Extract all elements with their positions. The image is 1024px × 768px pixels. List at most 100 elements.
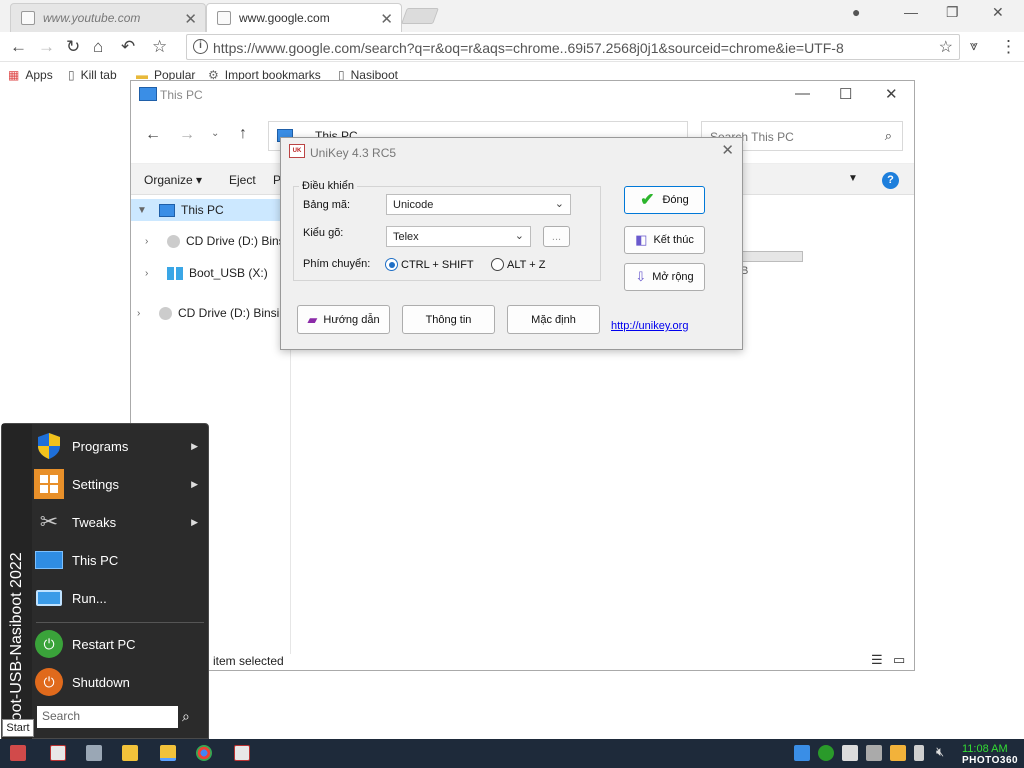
forward-icon[interactable]: →: [179, 126, 195, 144]
button-label: Hướng dẫn: [323, 313, 380, 326]
undo-icon[interactable]: ↶: [121, 37, 135, 57]
minimize-icon[interactable]: —: [795, 85, 810, 102]
info-button[interactable]: Thông tin: [402, 305, 495, 334]
network-icon[interactable]: [842, 745, 858, 761]
expand-button[interactable]: ⇩ Mở rộng: [624, 263, 705, 291]
bookmark-kill-tab[interactable]: ▯ Kill tab: [68, 68, 117, 82]
page-icon: ▯: [68, 68, 75, 82]
start-item-shutdown[interactable]: ⏻ Shutdown: [34, 664, 208, 700]
chevron-right-icon[interactable]: ›: [137, 308, 149, 319]
shield-icon: [34, 431, 64, 461]
chrome-icon[interactable]: [196, 745, 212, 761]
large-icons-view-icon[interactable]: ▭: [893, 652, 905, 668]
keyboard-icon[interactable]: [86, 745, 102, 761]
profile-icon[interactable]: ●: [852, 4, 860, 20]
radio-alt-z[interactable]: ALT + Z: [491, 258, 545, 271]
home-icon[interactable]: ⌂: [93, 37, 103, 57]
start-item-this-pc[interactable]: This PC: [34, 542, 208, 578]
info-icon[interactable]: i: [193, 39, 208, 54]
new-tab-button[interactable]: [401, 8, 439, 24]
start-menu: Boot-USB-Nasiboot 2022 Programs ▶ Settin…: [1, 423, 209, 740]
help-guide-button[interactable]: ▰ Hướng dẫn: [297, 305, 390, 334]
forward-icon[interactable]: →: [38, 37, 55, 57]
close-window-icon[interactable]: ✕: [885, 85, 898, 103]
start-item-settings[interactable]: Settings ▶: [34, 466, 208, 502]
radio-ctrl-shift[interactable]: CTRL + SHIFT: [385, 258, 474, 271]
default-button[interactable]: Mặc định: [507, 305, 600, 334]
up-icon[interactable]: ↑: [239, 125, 247, 143]
tab-google[interactable]: www.google.com ✕: [206, 3, 402, 32]
switch-key-label: Phím chuyển:: [303, 258, 371, 270]
close-window-icon[interactable]: ✕: [992, 4, 1004, 21]
organize-menu[interactable]: Organize ▾: [144, 173, 202, 187]
unikey-taskbar-icon[interactable]: [234, 745, 250, 761]
tree-item-boot-usb[interactable]: › Boot_USB (X:): [145, 266, 268, 280]
clock[interactable]: 11:08 AM: [962, 743, 1008, 755]
chevron-right-icon[interactable]: ›: [145, 236, 157, 247]
unikey-taskbar-icon[interactable]: [50, 745, 66, 761]
maximize-icon[interactable]: ☐: [839, 85, 852, 103]
file-explorer-icon[interactable]: [160, 745, 176, 761]
back-icon[interactable]: ←: [145, 126, 161, 144]
radio-unselected-icon: [491, 258, 504, 271]
restore-icon[interactable]: ❐: [946, 4, 959, 21]
start-item-label: Programs: [72, 438, 129, 454]
close-tab-icon[interactable]: ✕: [184, 10, 197, 28]
start-search-input[interactable]: Search: [37, 706, 178, 728]
organize-label: Organize: [144, 173, 193, 187]
chevron-right-icon[interactable]: ›: [145, 268, 157, 279]
eject-button[interactable]: Eject: [229, 173, 256, 187]
menu-icon[interactable]: ⋮: [1000, 37, 1017, 57]
search-icon[interactable]: ⌕: [182, 708, 190, 725]
minimize-icon[interactable]: —: [904, 4, 918, 20]
play-icon[interactable]: [818, 745, 834, 761]
restart-icon: ⏻: [34, 629, 64, 659]
back-icon[interactable]: ←: [10, 37, 27, 57]
search-icon[interactable]: ⌕: [885, 128, 892, 144]
start-item-label: Settings: [72, 476, 119, 492]
unikey-logo-icon: UK: [289, 144, 305, 158]
folder-icon[interactable]: [122, 745, 138, 761]
tool-icon[interactable]: [866, 745, 882, 761]
help-icon[interactable]: ?: [882, 172, 899, 189]
volume-muted-icon[interactable]: 🔇︎: [936, 744, 952, 760]
address-bar[interactable]: i https://www.google.com/search?q=r&oq=r…: [186, 34, 960, 60]
charset-select[interactable]: Unicode ⌄: [386, 194, 571, 215]
exit-button[interactable]: ◧ Kết thúc: [624, 226, 705, 254]
start-item-programs[interactable]: Programs ▶: [34, 428, 208, 464]
tree-item-cd-drive-2[interactable]: › CD Drive (D:) Binsib: [137, 306, 286, 320]
dialog-title: UniKey 4.3 RC5: [310, 146, 397, 160]
details-view-icon[interactable]: ☰: [871, 652, 883, 668]
watermark-text: PHOTO360: [962, 755, 1019, 766]
expand-arrow-icon[interactable]: ▼: [137, 205, 149, 216]
button-label: Đóng: [662, 194, 689, 206]
input-method-select[interactable]: Telex ⌄: [386, 226, 531, 247]
side-band-text: Boot-USB-Nasiboot 2022: [8, 552, 25, 732]
ie-icon[interactable]: [794, 745, 810, 761]
close-icon[interactable]: ✕: [721, 141, 734, 159]
reload-icon[interactable]: ↻: [66, 37, 80, 57]
start-button-icon[interactable]: [10, 745, 26, 761]
unikey-website-link[interactable]: http://unikey.org: [611, 320, 688, 332]
close-button[interactable]: ✔ Đóng: [624, 186, 705, 214]
extensions-icon[interactable]: ⩔: [970, 37, 978, 54]
start-item-tweaks[interactable]: ✂ Tweaks ▶: [34, 504, 208, 540]
button-label: Mở rộng: [652, 271, 694, 283]
bookmark-star-icon[interactable]: ☆: [152, 37, 167, 57]
bookmark-apps[interactable]: ▦ Apps: [8, 68, 53, 82]
recent-locations-icon[interactable]: ⌄: [211, 128, 219, 139]
grid-app-icon[interactable]: [890, 745, 906, 761]
close-tab-icon[interactable]: ✕: [380, 10, 393, 28]
url-text[interactable]: https://www.google.com/search?q=r&oq=r&a…: [213, 40, 844, 56]
tab-youtube[interactable]: www.youtube.com ✕: [10, 3, 206, 32]
start-item-run[interactable]: Run...: [34, 580, 208, 616]
chevron-down-icon[interactable]: ▼: [848, 173, 858, 184]
more-options-button[interactable]: ...: [543, 226, 570, 247]
book-icon: ▰: [307, 311, 318, 327]
tools-icon: ✂: [39, 509, 59, 534]
bookmark-star-icon[interactable]: ☆: [939, 37, 953, 57]
tree-item-this-pc[interactable]: ▼ This PC: [131, 199, 290, 221]
usb-icon[interactable]: [914, 745, 924, 761]
start-item-restart[interactable]: ⏻ Restart PC: [34, 626, 208, 662]
tree-item-cd-drive[interactable]: › CD Drive (D:) Bins: [145, 234, 285, 248]
